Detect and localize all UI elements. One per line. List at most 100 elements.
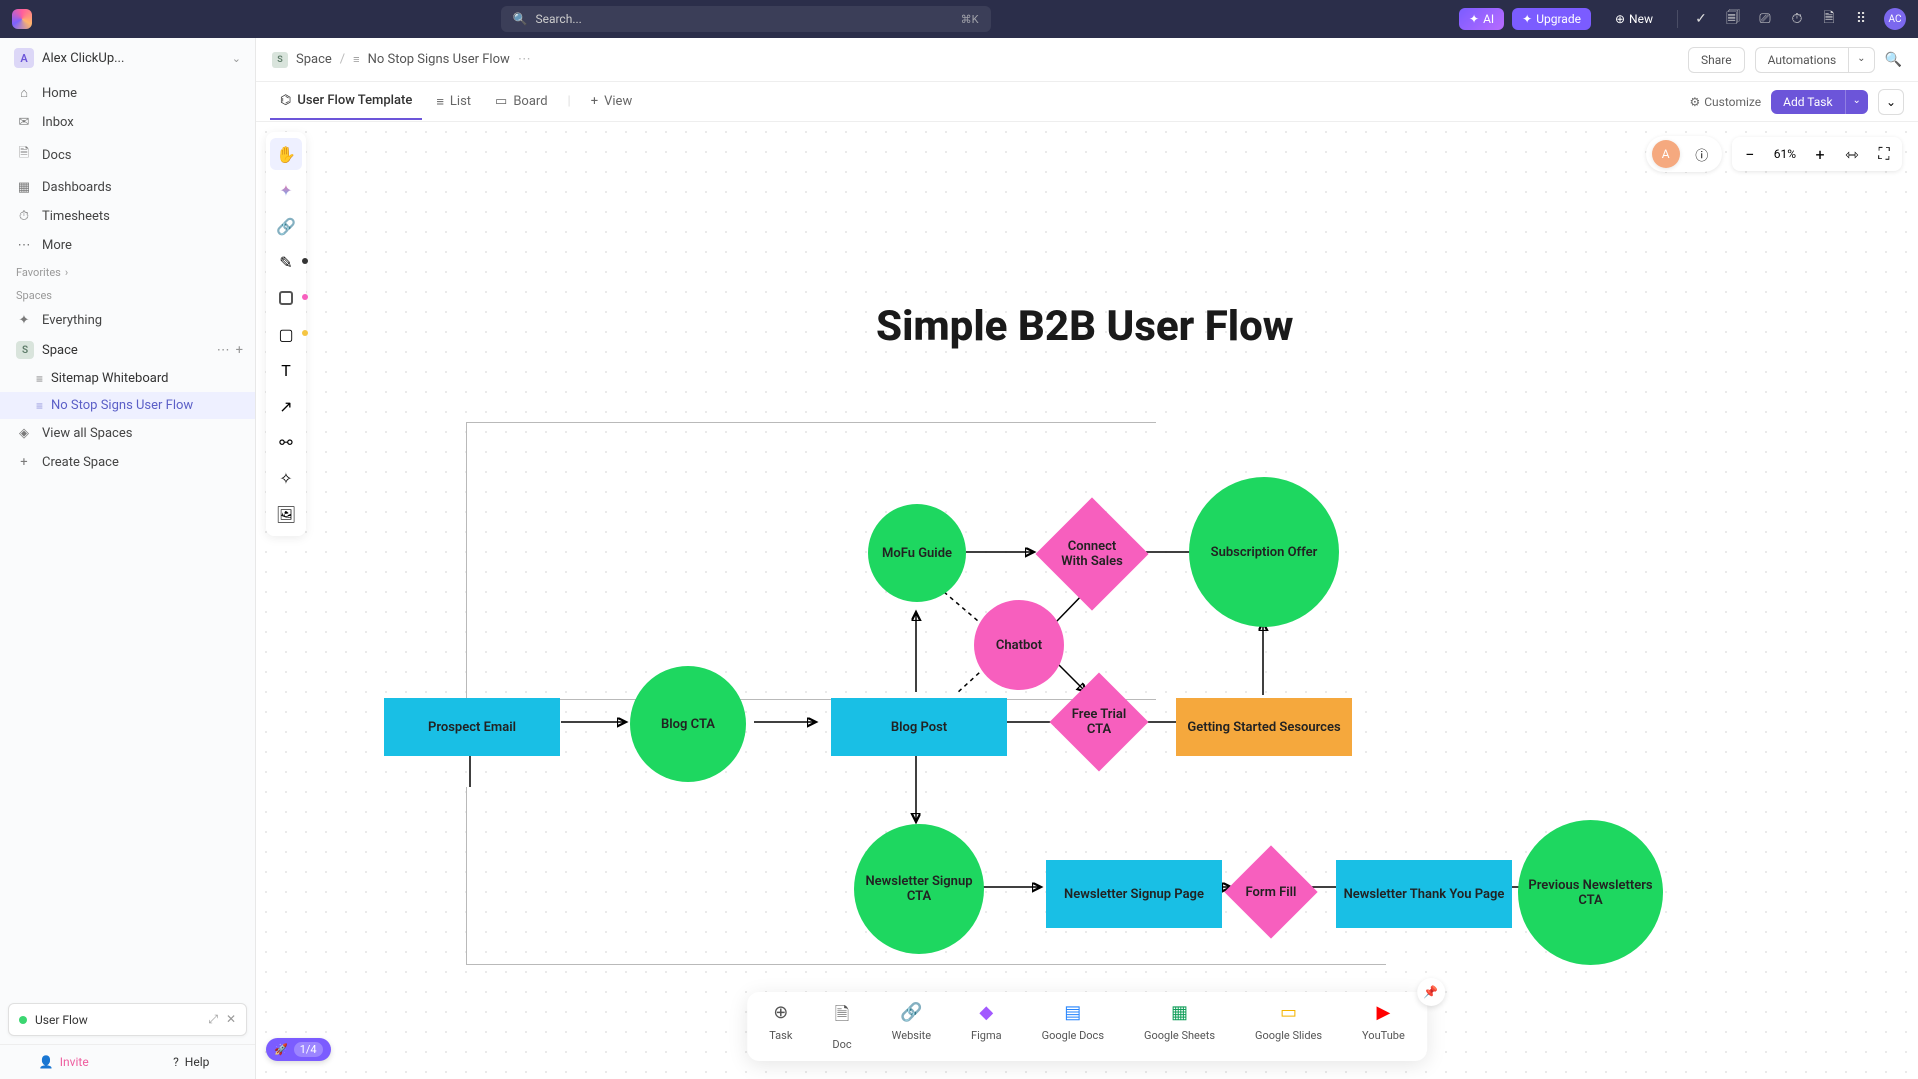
whiteboard-toolbar: ✋ ✦ 🔗 ✎ ▢ T ↗ ⚯ ✧ 🖼 [266, 132, 306, 536]
nav-more[interactable]: ⋯More [0, 231, 255, 260]
node-newsletter-signup-cta[interactable]: Newsletter Signup CTA [854, 824, 984, 954]
list-sitemap-whiteboard[interactable]: ≡Sitemap Whiteboard [0, 365, 255, 392]
text-tool[interactable]: T [270, 354, 302, 386]
breadcrumb-space[interactable]: Space [296, 52, 332, 67]
connector-tool[interactable]: ↗ [270, 390, 302, 422]
image-tool[interactable]: 🖼 [270, 498, 302, 530]
add-view-button[interactable]: +View [581, 84, 643, 119]
help-button[interactable]: ?Help [128, 1045, 256, 1079]
dock-google-sheets[interactable]: ▦Google Sheets [1144, 1002, 1215, 1051]
clipboard-icon[interactable]: 🗐 [1724, 10, 1742, 28]
space-row[interactable]: S Space ⋯+ [0, 335, 255, 365]
view-all-spaces[interactable]: ◈View all Spaces [0, 419, 255, 448]
onboarding-progress[interactable]: 🚀 1/4 [266, 1038, 331, 1061]
presence-avatar[interactable]: A [1652, 140, 1680, 168]
cluster-tool[interactable]: ⚯ [270, 426, 302, 458]
tab-list[interactable]: ≡List [426, 84, 481, 120]
app-logo[interactable] [12, 9, 32, 29]
nav-docs[interactable]: 🗎Docs [0, 137, 255, 173]
view-all-icon: ◈ [16, 426, 32, 441]
shape-tool[interactable] [270, 282, 302, 314]
expand-icon[interactable]: ⤢ [208, 1012, 218, 1027]
dock-website[interactable]: 🔗Website [892, 1002, 931, 1051]
nav-inbox[interactable]: ✉Inbox [0, 108, 255, 137]
share-button[interactable]: Share [1688, 47, 1745, 73]
diagram-title[interactable]: Simple B2B User Flow [876, 302, 1293, 351]
node-newsletter-signup-page[interactable]: Newsletter Signup Page [1046, 860, 1222, 928]
video-icon[interactable]: ⎚ [1756, 10, 1774, 28]
pen-tool[interactable]: ✎ [270, 246, 302, 278]
apps-icon[interactable]: ⠿ [1852, 10, 1870, 28]
favorites-label[interactable]: Favorites › [0, 260, 255, 283]
breadcrumb-more-icon[interactable]: ⋯ [518, 52, 531, 67]
spaces-label: Spaces [0, 283, 255, 306]
global-search[interactable]: 🔍 Search... ⌘K [501, 6, 991, 32]
customize-button[interactable]: ⚙Customize [1689, 95, 1761, 109]
space-more-icon[interactable]: ⋯ [217, 343, 230, 358]
magic-tool[interactable]: ✧ [270, 462, 302, 494]
close-icon[interactable]: ✕ [226, 1012, 236, 1027]
link-icon: 🔗 [900, 1002, 922, 1023]
node-getting-started[interactable]: Getting Started Sesources [1176, 698, 1352, 756]
tab-board[interactable]: ▭Board [485, 84, 558, 119]
breadcrumb-page[interactable]: No Stop Signs User Flow [368, 52, 510, 67]
dock-youtube[interactable]: ▶YouTube [1362, 1002, 1405, 1051]
zoom-in-button[interactable]: + [1806, 140, 1834, 168]
whiteboard-canvas[interactable]: ✋ ✦ 🔗 ✎ ▢ T ↗ ⚯ ✧ 🖼 A ⓘ − 61% + ⇿ ⛶ [256, 122, 1918, 1079]
nav-everything[interactable]: ✦Everything [0, 306, 255, 335]
node-blog-post[interactable]: Blog Post [831, 698, 1007, 756]
view-more-button[interactable]: ⌄ [1878, 89, 1904, 115]
timer-icon[interactable]: ⏱ [1788, 10, 1806, 28]
list-icon: ≡ [353, 53, 359, 66]
check-icon[interactable]: ✓ [1692, 10, 1710, 28]
workspace-switcher[interactable]: A Alex ClickUp... ⌄ [0, 38, 255, 78]
zoom-out-button[interactable]: − [1736, 140, 1764, 168]
dock-doc[interactable]: 🗎Doc [832, 1002, 851, 1051]
zoom-controls: − 61% + ⇿ ⛶ [1732, 137, 1902, 171]
dock-google-docs[interactable]: ▤Google Docs [1042, 1002, 1104, 1051]
dock-pin-button[interactable]: 📌 [1417, 978, 1445, 1006]
nav-timesheets[interactable]: ⏱Timesheets [0, 202, 255, 231]
search-icon: 🔍 [513, 12, 528, 26]
node-newsletter-thank-you[interactable]: Newsletter Thank You Page [1336, 860, 1512, 928]
doc-icon: 🗎 [835, 1002, 849, 1032]
note-icon[interactable]: 🗎 [1820, 10, 1838, 28]
fit-width-button[interactable]: ⇿ [1838, 140, 1866, 168]
space-add-icon[interactable]: + [236, 343, 243, 358]
nav-dashboards[interactable]: ▦Dashboards [0, 173, 255, 202]
header-search-icon[interactable]: 🔍 [1885, 52, 1902, 68]
fullscreen-button[interactable]: ⛶ [1870, 140, 1898, 168]
node-prospect-email[interactable]: Prospect Email [384, 698, 560, 756]
help-icon: ? [173, 1055, 179, 1069]
upgrade-button[interactable]: ✦ Upgrade [1512, 8, 1591, 30]
list-no-stop-signs[interactable]: ≡No Stop Signs User Flow [0, 392, 255, 419]
ai-button[interactable]: ✦ AI [1459, 8, 1504, 30]
dock-google-slides[interactable]: ▭Google Slides [1255, 1002, 1322, 1051]
gdocs-icon: ▤ [1064, 1002, 1081, 1023]
user-avatar[interactable]: AC [1884, 8, 1906, 30]
info-button[interactable]: ⓘ [1688, 140, 1716, 168]
new-button[interactable]: ⊕ New [1605, 8, 1663, 30]
sticky-tool[interactable]: ▢ [270, 318, 302, 350]
automations-button[interactable]: Automations [1755, 47, 1849, 73]
node-mofu-guide[interactable]: MoFu Guide [868, 504, 966, 602]
dock-task[interactable]: ⊕Task [769, 1002, 792, 1051]
hand-tool[interactable]: ✋ [270, 138, 302, 170]
invite-button[interactable]: 👤Invite [0, 1045, 128, 1079]
inbox-icon: ✉ [16, 115, 32, 130]
dock-figma[interactable]: ◆Figma [971, 1002, 1002, 1051]
whiteboard-icon: ⌬ [280, 93, 291, 108]
add-task-caret[interactable]: ⌄ [1845, 90, 1868, 114]
tab-user-flow-template[interactable]: ⌬User Flow Template [270, 83, 422, 120]
node-chatbot[interactable]: Chatbot [974, 600, 1064, 690]
ai-tool[interactable]: ✦ [270, 174, 302, 206]
node-subscription-offer[interactable]: Subscription Offer [1189, 477, 1339, 627]
add-task-button[interactable]: Add Task [1771, 90, 1844, 114]
dashboards-icon: ▦ [16, 180, 32, 195]
node-previous-newsletters[interactable]: Previous Newsletters CTA [1518, 820, 1663, 965]
create-space[interactable]: +Create Space [0, 448, 255, 477]
node-blog-cta[interactable]: Blog CTA [630, 666, 746, 782]
link-tool[interactable]: 🔗 [270, 210, 302, 242]
nav-home[interactable]: ⌂Home [0, 78, 255, 108]
automations-caret[interactable]: ⌄ [1848, 47, 1874, 73]
